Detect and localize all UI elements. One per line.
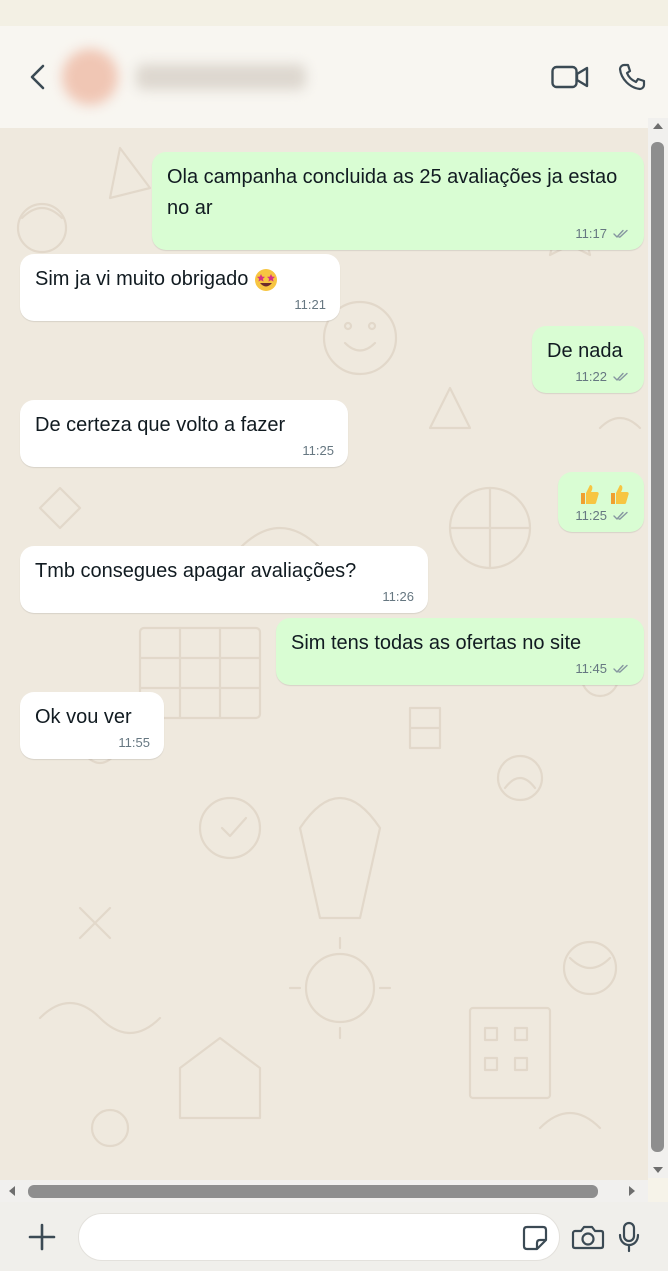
message-meta: 11:17 — [167, 226, 630, 242]
message-content — [573, 482, 630, 506]
plus-icon — [28, 1223, 56, 1250]
message-time: 11:25 — [575, 508, 607, 523]
message-time: 11:22 — [575, 369, 607, 384]
read-ticks-icon — [613, 511, 628, 520]
message-meta: 11:25 — [573, 508, 630, 524]
message-list[interactable]: Ola campanha concluida as 25 avaliações … — [0, 128, 648, 1180]
message-meta: 11:45 — [291, 661, 630, 677]
camera-button[interactable] — [570, 1219, 606, 1255]
voice-message-button[interactable] — [614, 1219, 644, 1255]
message-text: Sim ja vi muito obrigado — [35, 268, 249, 290]
vertical-scroll-thumb[interactable] — [651, 142, 664, 1152]
message-meta: 11:55 — [35, 735, 150, 751]
message-bubble-outgoing[interactable]: Ola campanha concluida as 25 avaliações … — [152, 152, 644, 250]
scroll-up-arrow-icon[interactable] — [652, 120, 664, 132]
video-call-button[interactable] — [550, 57, 590, 97]
message-bubble-outgoing[interactable]: 11:25 — [558, 472, 644, 532]
vertical-scrollbar[interactable] — [648, 118, 668, 1178]
message-bubble-incoming[interactable]: Tmb consegues apagar avaliações? 11:26 — [20, 546, 428, 613]
message-time: 11:55 — [118, 735, 150, 750]
read-ticks-icon — [613, 229, 628, 238]
message-bubble-incoming[interactable]: De certeza que volto a fazer 11:25 — [20, 400, 348, 467]
message-content: Sim ja vi muito obrigado — [35, 264, 326, 295]
scroll-right-arrow-icon[interactable] — [626, 1185, 638, 1197]
message-bubble-outgoing[interactable]: Sim tens todas as ofertas no site 11:45 — [276, 618, 644, 685]
message-text: Ok vou ver — [35, 706, 132, 728]
message-bubble-outgoing[interactable]: De nada 11:22 — [532, 326, 644, 393]
message-text: Tmb consegues apagar avaliações? — [35, 560, 357, 582]
camera-icon — [571, 1225, 605, 1249]
message-text: Sim tens todas as ofertas no site — [291, 632, 582, 654]
header-actions — [550, 57, 652, 97]
message-meta: 11:26 — [35, 589, 414, 605]
message-text: De certeza que volto a fazer — [35, 414, 286, 436]
back-button[interactable] — [22, 61, 54, 93]
horizontal-scroll-thumb[interactable] — [28, 1185, 598, 1198]
attach-button[interactable] — [24, 1219, 60, 1255]
phone-icon — [618, 63, 646, 91]
contact-info[interactable] — [62, 49, 306, 105]
video-camera-icon — [551, 65, 589, 89]
thumbs-up-emoji — [581, 485, 599, 504]
sticker-icon[interactable] — [521, 1224, 549, 1252]
message-composer — [0, 1202, 668, 1271]
chevron-left-icon — [30, 64, 45, 90]
message-bubble-incoming[interactable]: Ok vou ver 11:55 — [20, 692, 164, 759]
message-time: 11:26 — [382, 589, 414, 604]
avatar — [62, 49, 118, 105]
message-time: 11:45 — [575, 661, 607, 676]
voice-call-button[interactable] — [612, 57, 652, 97]
message-time: 11:17 — [575, 226, 607, 241]
message-meta: 11:21 — [35, 297, 326, 313]
top-strip — [0, 0, 668, 26]
read-ticks-icon — [613, 372, 628, 381]
read-ticks-icon — [613, 664, 628, 673]
message-bubble-incoming[interactable]: Sim ja vi muito obrigado 11:21 — [20, 254, 340, 321]
chat-header — [0, 26, 668, 128]
microphone-icon — [618, 1221, 640, 1252]
message-text: Ola campanha concluida as 25 avaliações … — [167, 166, 618, 219]
contact-name — [136, 64, 306, 90]
message-meta: 11:22 — [547, 369, 630, 385]
thumbs-up-emoji — [611, 485, 629, 504]
message-text: De nada — [547, 340, 623, 362]
message-input[interactable] — [79, 1213, 499, 1260]
message-time: 11:21 — [294, 297, 326, 312]
message-meta: 11:25 — [35, 443, 334, 459]
star-struck-emoji — [255, 268, 277, 291]
scroll-down-arrow-icon[interactable] — [652, 1164, 664, 1176]
scroll-left-arrow-icon[interactable] — [6, 1185, 18, 1197]
message-input-wrapper — [78, 1212, 560, 1261]
message-time: 11:25 — [302, 443, 334, 458]
horizontal-scrollbar[interactable] — [0, 1180, 648, 1202]
